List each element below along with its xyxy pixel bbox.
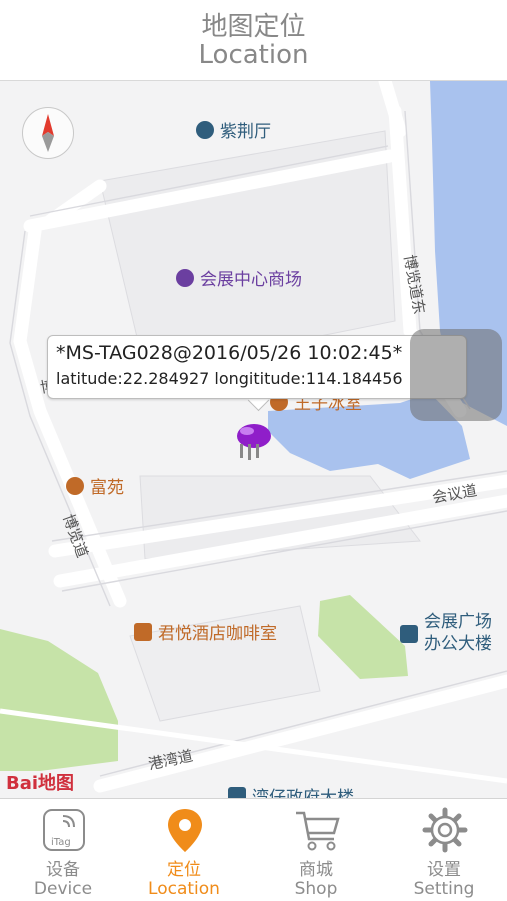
poi-bauhinia-hall[interactable]: 紫荆厅 (196, 117, 271, 142)
tab-location[interactable]: 定位 Location (121, 799, 247, 901)
compass-icon[interactable] (22, 107, 74, 159)
gear-icon (422, 807, 468, 853)
poi-wanchai-gov-building[interactable]: 湾仔政府大楼 (228, 783, 354, 798)
tab-shop[interactable]: 商城 Shop (253, 799, 379, 901)
baidu-map-logo: Bai地图 (6, 773, 75, 794)
poi-convention-plaza[interactable]: 会展广场 办公大楼 (400, 611, 492, 655)
tab-device-label-en: Device (33, 879, 93, 899)
shopping-bag-icon (176, 268, 194, 287)
poi-grand-hyatt-cafe[interactable]: 君悦酒店咖啡室 (134, 619, 277, 644)
shopping-cart-icon (296, 811, 340, 851)
page-title-en: Location (198, 40, 309, 70)
museum-icon (196, 120, 214, 139)
tab-location-label-en: Location (148, 879, 220, 899)
tab-shop-label-cn: 商城 (299, 860, 333, 880)
floating-overlay-button[interactable] (410, 329, 502, 421)
map-view[interactable]: 紫荆厅 会展中心商场 王子冰室 富苑 君悦酒店咖啡室 会展广场 办公大楼 湾仔政… (0, 81, 507, 798)
tab-shop-label-en: Shop (294, 879, 338, 899)
page-title-cn: 地图定位 (201, 12, 306, 42)
poi-convention-mall[interactable]: 会展中心商场 (176, 265, 302, 290)
food-icon (66, 476, 84, 495)
tab-bar: iTag 设备 Device 定位 Location 商城 Shop 设置 Se… (0, 798, 507, 901)
app-header: 地图定位 Location (0, 0, 507, 81)
tab-setting[interactable]: 设置 Setting (381, 799, 507, 901)
map-base (0, 81, 507, 793)
tab-location-label-cn: 定位 (167, 860, 201, 880)
svg-text:iTag: iTag (51, 837, 71, 848)
coffee-icon (134, 622, 152, 641)
itag-device-icon: iTag (43, 809, 85, 851)
tab-setting-label-cn: 设置 (427, 860, 461, 880)
tab-device-label-cn: 设备 (46, 860, 80, 880)
location-pin-icon (168, 809, 202, 852)
building-icon (400, 625, 418, 643)
tab-setting-label-en: Setting (413, 879, 475, 899)
tab-device[interactable]: iTag 设备 Device (0, 799, 126, 901)
poi-fuyuan[interactable]: 富苑 (66, 473, 124, 498)
building-icon (228, 786, 246, 798)
callout-coordinates: latitude:22.284927 longititude:114.18445… (56, 369, 403, 388)
location-callout[interactable]: *MS-TAG028@2016/05/26 10:02:45* latitude… (47, 335, 467, 399)
callout-title: *MS-TAG028@2016/05/26 10:02:45* (56, 342, 403, 364)
